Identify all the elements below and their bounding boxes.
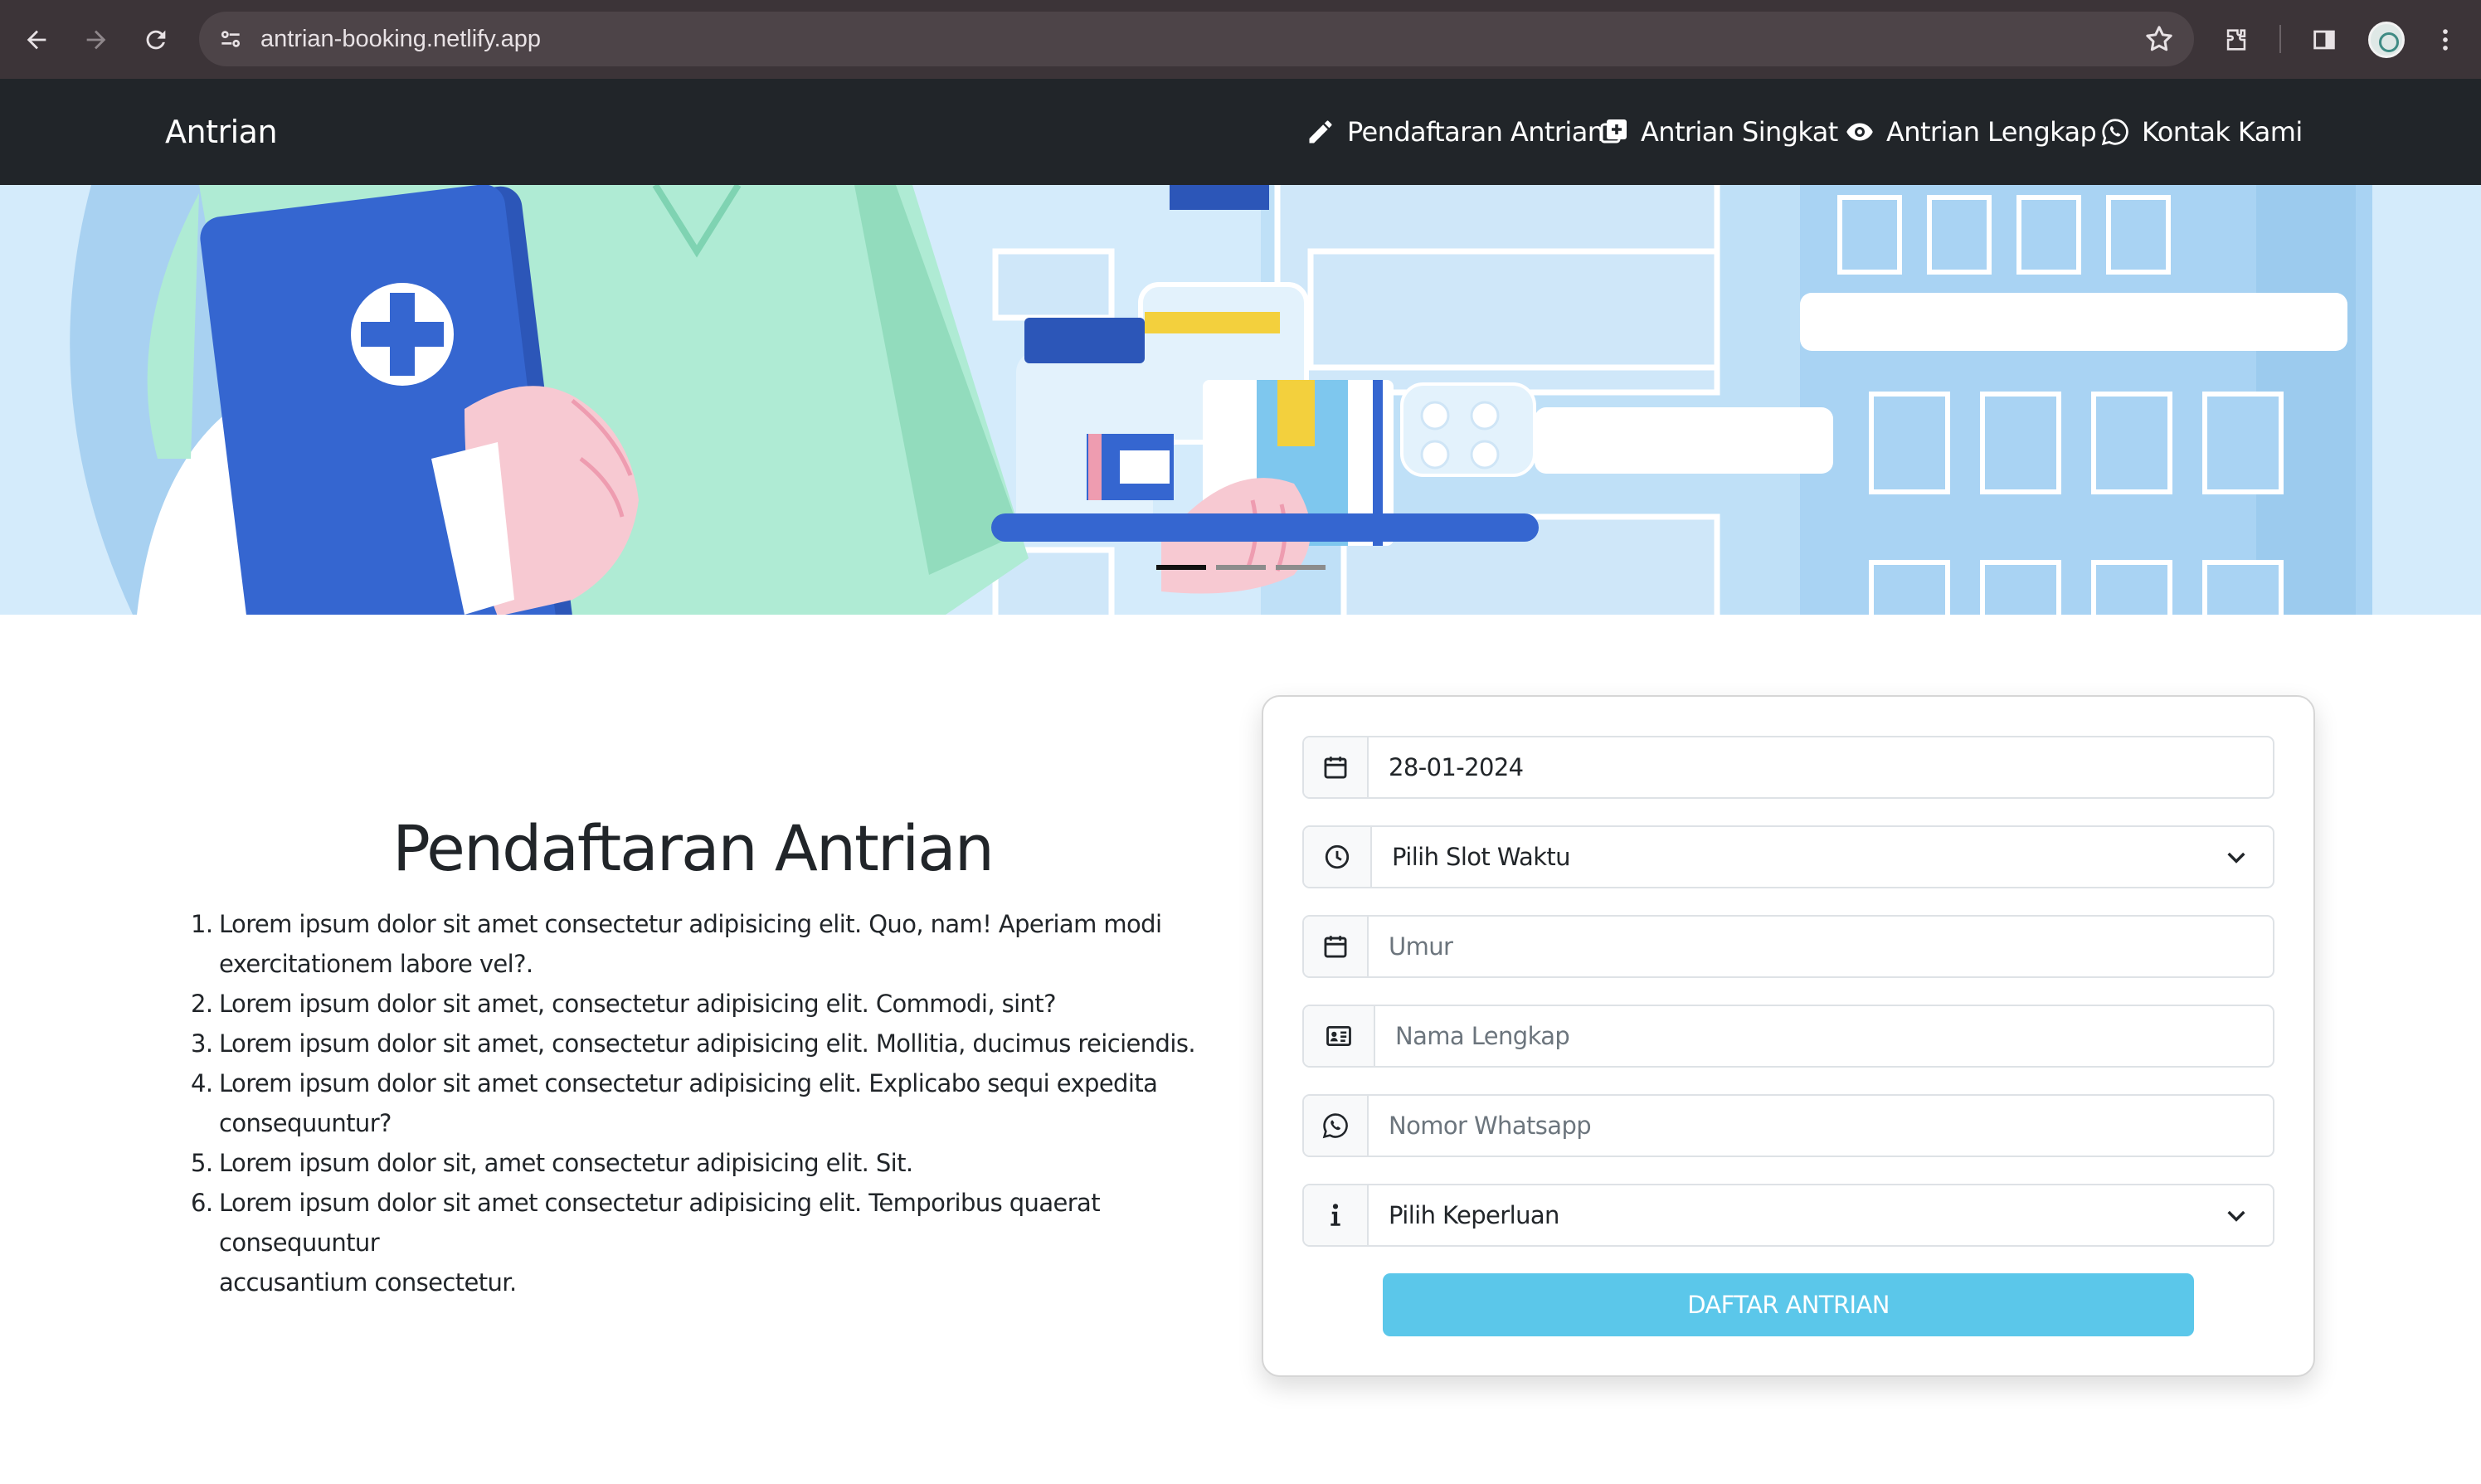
side-panel-icon[interactable] (2303, 18, 2346, 61)
list-item: 4. Lorem ipsum dolor sit amet consectetur… (191, 1069, 1158, 1137)
nav-item-kontak-kami[interactable]: Kontak Kami (2100, 79, 2303, 185)
carousel-indicator-3[interactable] (1276, 565, 1326, 570)
age-placeholder[interactable]: Umur (1389, 917, 1453, 976)
clock-icon (1304, 827, 1372, 887)
back-arrow-icon[interactable] (15, 18, 58, 61)
time-slot-label[interactable]: Pilih Slot Waktu (1392, 827, 1571, 887)
whatsapp-input[interactable]: Nomor Whatsapp (1302, 1094, 2274, 1157)
list-item: 2. Lorem ipsum dolor sit amet, consectetu… (191, 990, 1056, 1018)
plus-square-icon (1600, 119, 1627, 144)
bookmark-star-icon[interactable] (2143, 22, 2176, 56)
whatsapp-placeholder[interactable]: Nomor Whatsapp (1389, 1096, 1592, 1156)
date-value[interactable]: 28-01-2024 (1389, 737, 1524, 797)
hero-carousel[interactable] (0, 185, 2481, 615)
whatsapp-icon (1304, 1096, 1369, 1156)
nav-item-label: Antrian Singkat (1641, 116, 1838, 148)
chevron-down-icon[interactable] (2223, 1202, 2250, 1229)
full-name-input[interactable]: Nama Lengkap (1302, 1005, 2274, 1068)
profile-avatar[interactable] (2368, 22, 2405, 58)
reload-icon[interactable] (134, 18, 178, 61)
purpose-label[interactable]: Pilih Keperluan (1389, 1185, 1559, 1245)
kebab-menu-icon[interactable] (2424, 18, 2467, 61)
list-item: 1. Lorem ipsum dolor sit amet consectetur… (191, 910, 1162, 978)
extensions-icon[interactable] (2215, 18, 2258, 61)
browser-toolbar: antrian-booking.netlify.app (0, 0, 2481, 79)
age-input[interactable]: Umur (1302, 915, 2274, 978)
instructions-list: 1. Lorem ipsum dolor sit amet consectetur… (191, 904, 1211, 1302)
submit-queue-button[interactable]: DAFTAR ANTRIAN (1383, 1273, 2194, 1336)
nav-item-label: Pendaftaran Antrian (1347, 116, 1604, 148)
chevron-down-icon[interactable] (2223, 844, 2250, 870)
navbar-brand[interactable]: Antrian (165, 79, 278, 185)
list-item: 5. Lorem ipsum dolor sit, amet consectetu… (191, 1149, 913, 1177)
date-input[interactable]: 28-01-2024 (1302, 736, 2274, 799)
site-settings-icon[interactable] (214, 22, 247, 56)
calendar-icon (1304, 917, 1369, 976)
list-item: 6. Lorem ipsum dolor sit amet consectetur… (191, 1189, 1101, 1297)
carousel-indicator-1[interactable] (1156, 565, 1206, 570)
forward-arrow-icon[interactable] (75, 18, 118, 61)
pharmacy-illustration (0, 185, 2481, 615)
calendar-icon (1304, 737, 1369, 797)
nav-item-pendaftaran-antrian[interactable]: Pendaftaran Antrian (1306, 79, 1604, 185)
eye-icon (1846, 123, 1873, 141)
carousel-indicator-2[interactable] (1216, 565, 1266, 570)
id-card-icon (1304, 1006, 1375, 1066)
url-text[interactable]: antrian-booking.netlify.app (260, 12, 541, 66)
navbar: Antrian Pendaftaran Antrian Antrian Sing… (0, 79, 2481, 185)
purpose-select[interactable]: Pilih Keperluan (1302, 1184, 2274, 1247)
time-slot-select[interactable]: Pilih Slot Waktu (1302, 825, 2274, 888)
nav-item-antrian-lengkap[interactable]: Antrian Lengkap (1845, 79, 2097, 185)
nav-item-label: Antrian Lengkap (1886, 116, 2097, 148)
full-name-placeholder[interactable]: Nama Lengkap (1395, 1006, 1570, 1066)
address-bar[interactable]: antrian-booking.netlify.app (199, 12, 2194, 66)
list-item: 3. Lorem ipsum dolor sit amet, consectetu… (191, 1029, 1196, 1058)
nav-item-label: Kontak Kami (2142, 116, 2303, 148)
nav-item-antrian-singkat[interactable]: Antrian Singkat (1599, 79, 1838, 185)
pencil-icon (1309, 120, 1332, 144)
info-icon (1304, 1185, 1369, 1245)
whatsapp-icon (2101, 119, 2128, 146)
toolbar-divider (2279, 25, 2281, 53)
page-title: Pendaftaran Antrian (392, 811, 995, 885)
